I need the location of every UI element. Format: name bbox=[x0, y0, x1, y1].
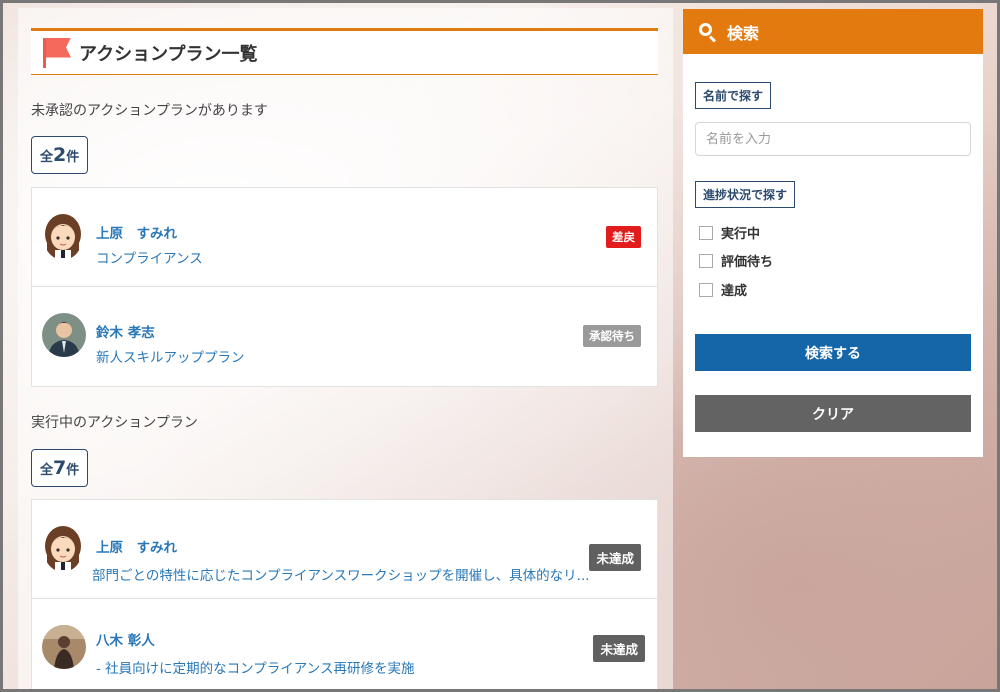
name-search-label: 名前で探す bbox=[695, 82, 772, 109]
page-frame: アクションプラン一覧 未承認のアクションプランがあります 全 2 件 上原 すみ… bbox=[3, 3, 997, 689]
status-badge: 承認待ち bbox=[583, 325, 641, 347]
status-option-awaiting-review[interactable]: 評価待ち bbox=[699, 251, 773, 270]
status-option-label: 達成 bbox=[721, 284, 748, 299]
avatar bbox=[42, 625, 86, 669]
search-panel-title: 検索 bbox=[727, 23, 760, 43]
checkbox[interactable] bbox=[699, 253, 713, 268]
avatar bbox=[42, 313, 86, 357]
active-plan-list: 上原 すみれ 部門ごとの特性に応じたコンプライアンスワークショップを開催し、具体… bbox=[31, 499, 658, 689]
member-name[interactable]: 鈴木 孝志 bbox=[96, 321, 155, 341]
status-badge: 未達成 bbox=[589, 544, 641, 571]
page-title: アクションプラン一覧 bbox=[79, 43, 258, 65]
search-panel-header: 検索 bbox=[683, 9, 983, 54]
member-name[interactable]: 上原 すみれ bbox=[96, 222, 177, 242]
clear-button[interactable]: クリア bbox=[695, 395, 971, 432]
status-option-achieved[interactable]: 達成 bbox=[699, 280, 747, 299]
status-search-label: 進捗状況で探す bbox=[695, 181, 796, 208]
pending-count-badge: 全 2 件 bbox=[31, 136, 89, 174]
active-count-badge: 全 7 件 bbox=[31, 449, 89, 487]
plan-title[interactable]: コンプライアンス bbox=[96, 247, 203, 267]
status-option-label: 評価待ち bbox=[721, 255, 774, 270]
page-title-bar: アクションプラン一覧 bbox=[31, 28, 658, 75]
member-name[interactable]: 八木 彰人 bbox=[96, 629, 155, 649]
name-search-input[interactable] bbox=[695, 122, 971, 156]
search-button[interactable]: 検索する bbox=[695, 334, 971, 371]
plan-title[interactable]: 新人スキルアッププラン bbox=[96, 346, 245, 366]
search-panel: 検索 名前で探す 進捗状況で探す 実行中 評価待ち 達成 検索する クリア bbox=[683, 9, 983, 457]
main-panel: アクションプラン一覧 未承認のアクションプランがあります 全 2 件 上原 すみ… bbox=[18, 8, 673, 689]
status-option-label: 実行中 bbox=[721, 227, 761, 242]
plan-card[interactable]: 上原 すみれ 部門ごとの特性に応じたコンプライアンスワークショップを開催し、具体… bbox=[32, 500, 657, 599]
plan-card[interactable]: 鈴木 孝志 新人スキルアッププラン 承認待ち bbox=[32, 287, 657, 386]
plan-card[interactable]: 上原 すみれ コンプライアンス 差戻 bbox=[32, 188, 657, 287]
status-option-in-progress[interactable]: 実行中 bbox=[699, 223, 760, 242]
plan-card[interactable]: 八木 彰人 - 社員向けに定期的なコンプライアンス再研修を実施 未達成 bbox=[32, 599, 657, 689]
checkbox[interactable] bbox=[699, 225, 713, 240]
flag-icon bbox=[43, 37, 71, 68]
avatar bbox=[43, 524, 83, 572]
member-name[interactable]: 上原 すみれ bbox=[96, 536, 177, 556]
active-section-label: 実行中のアクションプラン bbox=[31, 415, 198, 431]
status-badge: 未達成 bbox=[593, 635, 645, 662]
avatar bbox=[43, 212, 83, 260]
pending-plan-list: 上原 すみれ コンプライアンス 差戻 鈴木 孝志 新人スキルアッププラン 承認待… bbox=[31, 187, 658, 387]
plan-title[interactable]: 部門ごとの特性に応じたコンプライアンスワークショップを開催し、具体的なリ... bbox=[92, 564, 590, 584]
checkbox[interactable] bbox=[699, 282, 713, 297]
status-badge: 差戻 bbox=[606, 226, 641, 248]
pending-section-label: 未承認のアクションプランがあります bbox=[31, 103, 268, 119]
search-icon bbox=[699, 22, 717, 43]
plan-title[interactable]: - 社員向けに定期的なコンプライアンス再研修を実施 bbox=[96, 657, 414, 677]
